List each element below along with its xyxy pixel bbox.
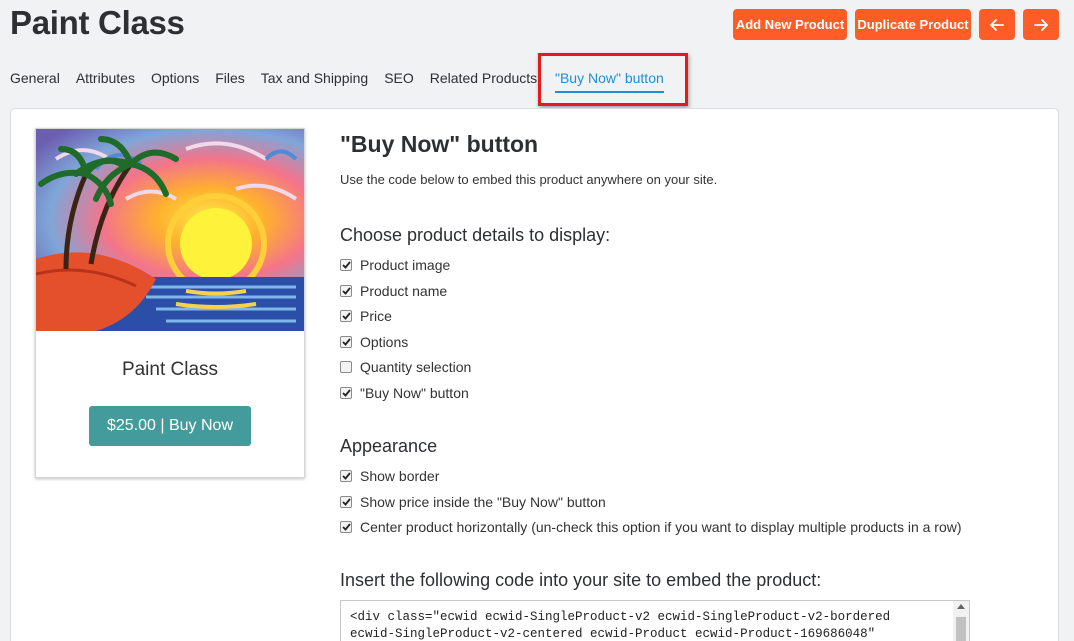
option-options[interactable]: Options [340, 333, 408, 351]
checkbox-checked[interactable] [340, 259, 352, 271]
tab-related-products[interactable]: Related Products [430, 70, 537, 92]
embed-code-textarea[interactable]: <div class="ecwid ecwid-SingleProduct-v2… [340, 600, 970, 641]
tab-attributes[interactable]: Attributes [76, 70, 135, 92]
option-label: Price [360, 308, 392, 324]
check-icon [341, 261, 351, 269]
checkbox-checked[interactable] [340, 470, 352, 482]
scroll-thumb[interactable] [956, 617, 966, 641]
option-label: Show price inside the "Buy Now" button [360, 494, 606, 510]
check-icon [341, 287, 351, 295]
tab-general[interactable]: General [10, 70, 60, 92]
option-show-border[interactable]: Show border [340, 467, 439, 485]
previous-product-button[interactable] [979, 9, 1015, 40]
checkbox-checked[interactable] [340, 285, 352, 297]
option-price[interactable]: Price [340, 307, 392, 325]
tab-bar: General Attributes Options Files Tax and… [10, 70, 553, 92]
option-label: Quantity selection [360, 359, 472, 375]
check-icon [341, 472, 351, 480]
option-center-product[interactable]: Center product horizontally (un-check th… [340, 518, 962, 536]
next-product-button[interactable] [1023, 9, 1059, 40]
check-icon [341, 498, 351, 506]
check-icon [341, 523, 351, 531]
product-image [36, 129, 304, 331]
code-scrollbar[interactable] [953, 601, 969, 641]
arrow-left-icon [990, 18, 1004, 31]
option-quantity-selection[interactable]: Quantity selection [340, 358, 471, 376]
tab-files[interactable]: Files [215, 70, 245, 92]
appearance-heading: Appearance [340, 436, 438, 456]
arrow-right-icon [1034, 18, 1048, 31]
embed-heading: Insert the following code into your site… [340, 570, 822, 590]
buy-now-button[interactable]: $25.00 | Buy Now [89, 406, 251, 446]
checkbox-checked[interactable] [340, 521, 352, 533]
section-title: "Buy Now" button [340, 131, 539, 157]
option-product-name[interactable]: Product name [340, 282, 447, 300]
highlight-annotation [538, 53, 688, 106]
option-label: Options [360, 334, 409, 350]
checkbox-unchecked[interactable] [340, 361, 352, 373]
tab-options[interactable]: Options [151, 70, 199, 92]
option-label: Product image [360, 257, 451, 273]
product-preview-widget: Paint Class $25.00 | Buy Now [35, 128, 305, 478]
option-product-image[interactable]: Product image [340, 256, 450, 274]
option-label: Product name [360, 283, 448, 299]
check-icon [341, 338, 351, 346]
add-new-product-button[interactable]: Add New Product [733, 9, 847, 40]
page-title: Paint Class [10, 4, 185, 41]
option-show-price-inside-button[interactable]: Show price inside the "Buy Now" button [340, 493, 606, 511]
checkbox-checked[interactable] [340, 336, 352, 348]
embed-code: <div class="ecwid ecwid-SingleProduct-v2… [350, 610, 891, 641]
option-label: "Buy Now" button [360, 385, 469, 401]
tab-tax-and-shipping[interactable]: Tax and Shipping [261, 70, 368, 92]
details-heading: Choose product details to display: [340, 225, 611, 245]
preview-product-name: Paint Class [121, 359, 219, 380]
checkbox-checked[interactable] [340, 310, 352, 322]
checkbox-checked[interactable] [340, 387, 352, 399]
check-icon [341, 312, 351, 320]
option-buy-now-button[interactable]: "Buy Now" button [340, 384, 469, 402]
option-label: Show border [360, 468, 440, 484]
check-icon [341, 389, 351, 397]
tab-seo[interactable]: SEO [384, 70, 414, 92]
option-label: Center product horizontally (un-check th… [360, 519, 962, 535]
duplicate-product-button[interactable]: Duplicate Product [855, 9, 971, 40]
checkbox-checked[interactable] [340, 496, 352, 508]
scroll-up-icon[interactable] [957, 604, 965, 609]
section-description: Use the code below to embed this product… [340, 172, 718, 187]
